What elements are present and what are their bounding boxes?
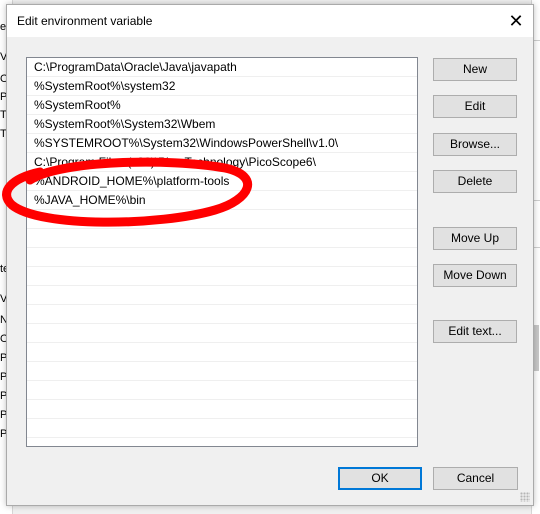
empty-row[interactable] — [27, 343, 417, 362]
empty-row[interactable] — [27, 400, 417, 419]
delete-button[interactable]: Delete — [433, 170, 517, 193]
ok-button[interactable]: OK — [338, 467, 422, 490]
list-item[interactable]: C:\Program Files (x86)\Pico Technology\P… — [27, 153, 417, 172]
move-down-button[interactable]: Move Down — [433, 264, 517, 287]
edit-button[interactable]: Edit — [433, 95, 517, 118]
new-button[interactable]: New — [433, 58, 517, 81]
empty-row[interactable] — [27, 324, 417, 343]
edit-text-button[interactable]: Edit text... — [433, 320, 517, 343]
close-icon[interactable]: ✕ — [501, 6, 531, 36]
empty-row[interactable] — [27, 381, 417, 400]
list-item[interactable]: %ANDROID_HOME%\platform-tools — [27, 172, 417, 191]
list-item[interactable]: %SystemRoot% — [27, 96, 417, 115]
edit-environment-variable-dialog: Edit environment variable ✕ C:\ProgramDa… — [6, 4, 534, 506]
empty-row[interactable] — [27, 210, 417, 229]
empty-row[interactable] — [27, 248, 417, 267]
move-up-button[interactable]: Move Up — [433, 227, 517, 250]
empty-row[interactable] — [27, 419, 417, 438]
dialog-title: Edit environment variable — [17, 14, 153, 28]
browse-button[interactable]: Browse... — [433, 133, 517, 156]
list-item[interactable]: %JAVA_HOME%\bin — [27, 191, 417, 210]
list-item[interactable]: %SystemRoot%\system32 — [27, 77, 417, 96]
list-item[interactable]: C:\ProgramData\Oracle\Java\javapath — [27, 58, 417, 77]
cancel-button[interactable]: Cancel — [433, 467, 518, 490]
empty-row[interactable] — [27, 362, 417, 381]
path-list[interactable]: C:\ProgramData\Oracle\Java\javapath %Sys… — [26, 57, 418, 447]
empty-row[interactable] — [27, 286, 417, 305]
resize-grip[interactable] — [520, 492, 530, 502]
empty-row[interactable] — [27, 305, 417, 324]
title-bar: Edit environment variable ✕ — [7, 5, 533, 37]
background-scrollbar-thumb — [534, 325, 539, 371]
list-item[interactable]: %SystemRoot%\System32\Wbem — [27, 115, 417, 134]
empty-row[interactable] — [27, 229, 417, 248]
empty-row[interactable] — [27, 267, 417, 286]
list-item[interactable]: %SYSTEMROOT%\System32\WindowsPowerShell\… — [27, 134, 417, 153]
